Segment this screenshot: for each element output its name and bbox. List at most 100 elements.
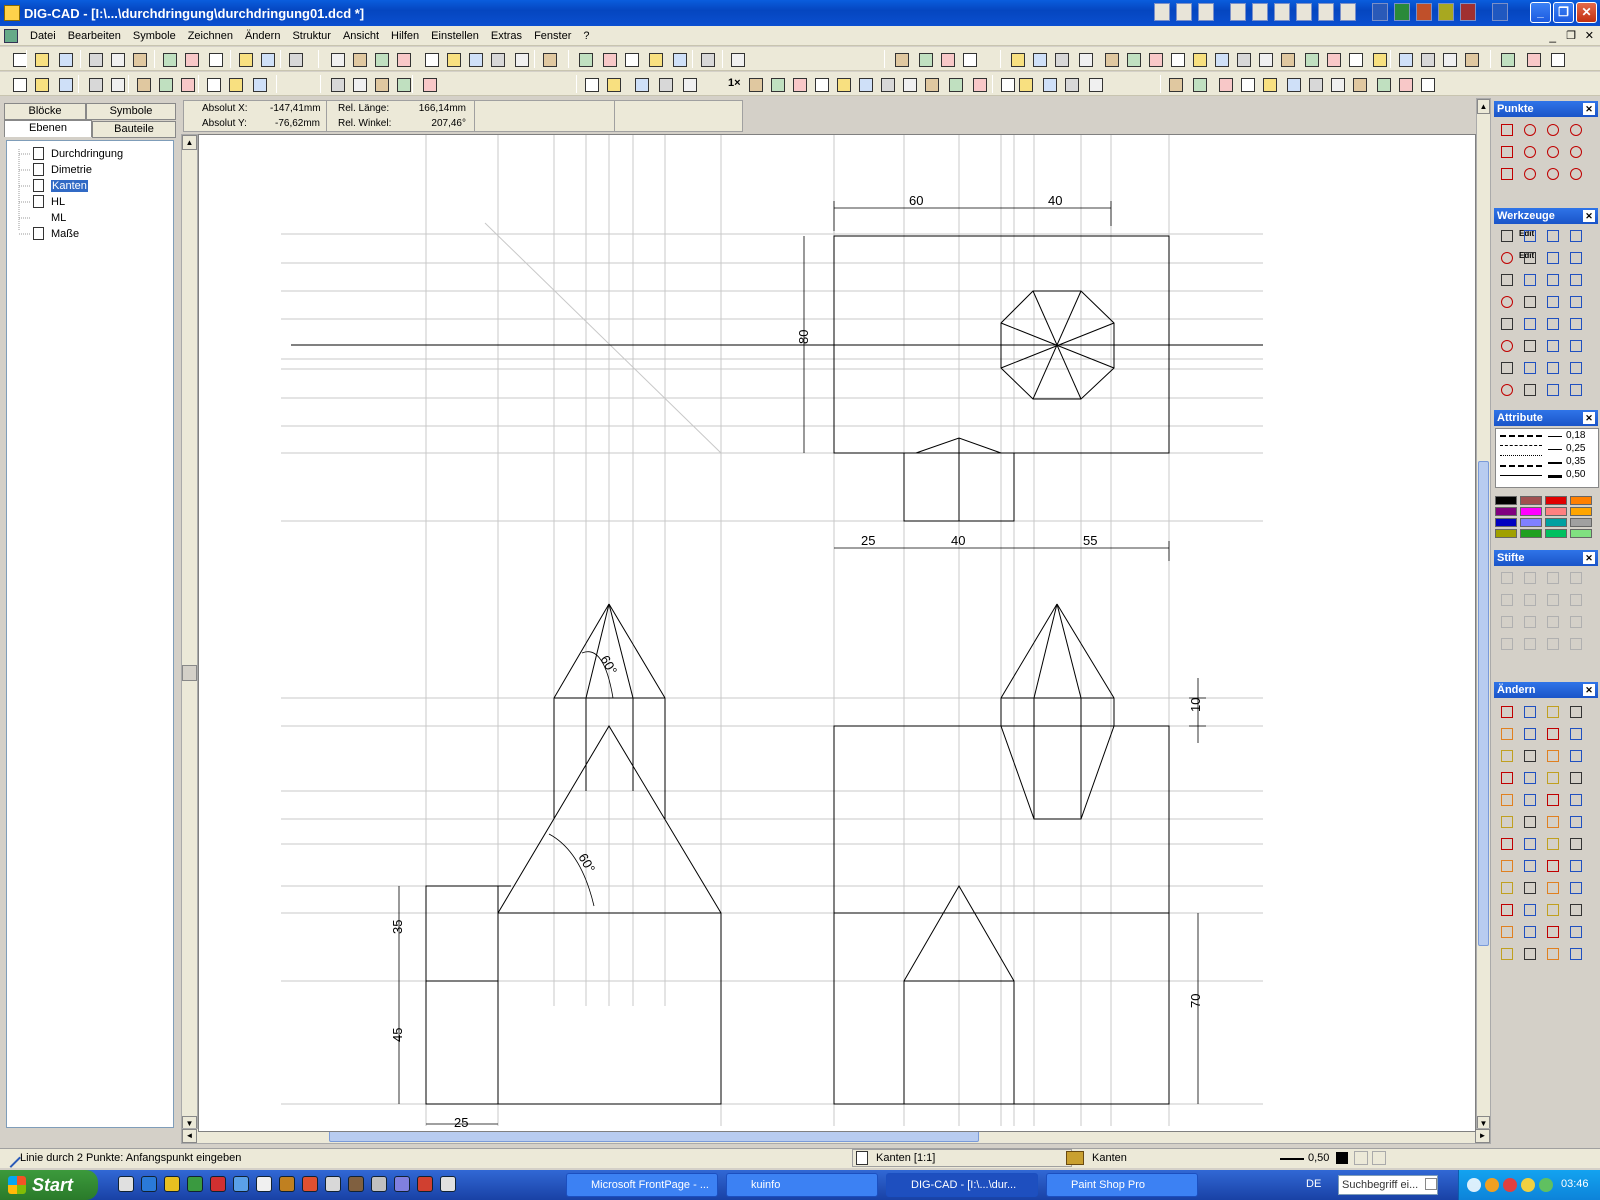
line-width-018[interactable]: 0,18	[1566, 430, 1585, 441]
toolbar-tool-icon[interactable]	[1346, 50, 1364, 68]
palette-tool-icon[interactable]	[1497, 142, 1515, 160]
toolbar-tool-icon[interactable]	[108, 75, 126, 93]
access-icon[interactable]	[1438, 3, 1454, 21]
toolbar-tool-icon[interactable]	[1462, 50, 1480, 68]
palette-tool-icon[interactable]	[1497, 768, 1515, 786]
palette-tool-icon[interactable]	[1520, 248, 1538, 266]
toolbar-tool-icon[interactable]	[856, 75, 874, 93]
toolbar-tool-icon[interactable]	[582, 75, 600, 93]
menu-zeichnen[interactable]: Zeichnen	[182, 30, 239, 42]
toolbar-tool-icon[interactable]	[444, 50, 462, 68]
palette-tool-icon[interactable]	[1497, 358, 1515, 376]
line-width-025[interactable]: 0,25	[1566, 443, 1585, 454]
contacts-icon[interactable]	[1296, 3, 1312, 21]
toolbar-tool-icon[interactable]	[916, 50, 934, 68]
quicklaunch-icon[interactable]	[302, 1176, 318, 1192]
palette-tool-icon[interactable]	[1543, 568, 1561, 586]
calendar-icon[interactable]	[1252, 3, 1268, 21]
toolbar-tool-icon[interactable]	[56, 50, 74, 68]
palette-tool-icon[interactable]	[1543, 702, 1561, 720]
toolbar-tool-icon[interactable]	[466, 50, 484, 68]
menu-help[interactable]: ?	[577, 30, 595, 42]
app-icon[interactable]	[4, 5, 20, 21]
toolbar-tool-icon[interactable]	[900, 75, 918, 93]
palette-tool-icon[interactable]	[1520, 944, 1538, 962]
toolbar-tool-icon[interactable]	[1062, 75, 1080, 93]
palette-tool-icon[interactable]	[1497, 634, 1515, 652]
toolbar-tool-icon[interactable]	[922, 75, 940, 93]
palette-tool-icon[interactable]	[1566, 380, 1584, 398]
toolbar-tool-icon[interactable]	[938, 50, 956, 68]
toolbar-tool-icon[interactable]	[604, 75, 622, 93]
layer-item[interactable]: ML	[33, 210, 66, 225]
palette-tool-icon[interactable]	[1566, 834, 1584, 852]
palette-tool-icon[interactable]	[1543, 634, 1561, 652]
palette-tool-icon[interactable]	[1566, 922, 1584, 940]
layer-item[interactable]: Durchdringung	[33, 146, 123, 161]
quicklaunch-icon[interactable]	[210, 1176, 226, 1192]
tray-app-icon[interactable]	[1503, 1178, 1517, 1192]
task-digcad[interactable]: DIG-CAD - [I:\...\dur...	[886, 1173, 1038, 1197]
quicklaunch-icon[interactable]	[164, 1176, 180, 1192]
palette-tool-icon[interactable]	[1566, 568, 1584, 586]
toolbar-tool-icon[interactable]	[670, 50, 688, 68]
palette-tool-icon[interactable]	[1543, 120, 1561, 138]
palette-tool-icon[interactable]	[1543, 922, 1561, 940]
menu-einstellen[interactable]: Einstellen	[425, 30, 485, 42]
toolbar-tool-icon[interactable]	[250, 75, 268, 93]
close-button[interactable]: ✕	[1576, 2, 1597, 23]
toolbar-tool-icon[interactable]	[576, 50, 594, 68]
quicklaunch-icon[interactable]	[440, 1176, 456, 1192]
palette-tool-icon[interactable]	[1543, 856, 1561, 874]
palette-tool-icon[interactable]	[1520, 568, 1538, 586]
powerpoint-icon[interactable]	[1416, 3, 1432, 21]
quicklaunch-icon[interactable]	[417, 1176, 433, 1192]
palette-tool-icon[interactable]	[1543, 724, 1561, 742]
palette-tool-icon[interactable]	[1566, 336, 1584, 354]
palette-tool-icon[interactable]	[1520, 142, 1538, 160]
palette-tool-icon[interactable]	[1566, 944, 1584, 962]
quicklaunch-icon[interactable]	[348, 1176, 364, 1192]
menu-struktur[interactable]: Struktur	[286, 30, 337, 42]
palette-tool-icon[interactable]	[1543, 790, 1561, 808]
palette-tool-icon[interactable]	[1497, 336, 1515, 354]
toolbar-tool-icon[interactable]	[1284, 75, 1302, 93]
palette-tool-icon[interactable]	[1520, 900, 1538, 918]
toolbar-tool-icon[interactable]	[286, 50, 304, 68]
quicklaunch-icon[interactable]	[141, 1176, 157, 1192]
palette-tool-icon[interactable]	[1520, 358, 1538, 376]
palette-tool-icon[interactable]	[1497, 292, 1515, 310]
maximize-button[interactable]: ❐	[1553, 2, 1574, 23]
tray-chevron-icon[interactable]	[1467, 1178, 1481, 1192]
toolbar-tool-icon[interactable]	[1306, 75, 1324, 93]
layer-item[interactable]: Maße	[33, 226, 79, 241]
toolbar-tool-icon[interactable]	[1524, 50, 1542, 68]
toolbar-tool-icon[interactable]	[1260, 75, 1278, 93]
toolbar-tool-icon[interactable]	[1498, 50, 1516, 68]
toolbar-tool-icon[interactable]	[488, 50, 506, 68]
toolbar-tool-icon[interactable]	[680, 75, 698, 93]
palette-tool-icon[interactable]	[1543, 768, 1561, 786]
tab-ebenen[interactable]: Ebenen	[4, 120, 92, 137]
palette-tool-icon[interactable]	[1497, 812, 1515, 830]
doc-restore-button[interactable]: ❐	[1566, 29, 1576, 42]
quicklaunch-icon[interactable]	[279, 1176, 295, 1192]
toolbar-tool-icon[interactable]	[86, 50, 104, 68]
toolbar-tool-icon[interactable]	[1256, 50, 1274, 68]
toolbar-tool-icon[interactable]	[646, 50, 664, 68]
toolbar-tool-icon[interactable]	[512, 50, 530, 68]
panel-close-icon[interactable]: ✕	[1583, 552, 1595, 564]
toolbar-tool-icon[interactable]	[632, 75, 650, 93]
toolbar-tool-icon[interactable]	[540, 50, 558, 68]
palette-tool-icon[interactable]	[1497, 226, 1515, 244]
palette-tool-icon[interactable]	[1520, 336, 1538, 354]
layer-item[interactable]: HL	[33, 194, 65, 209]
toolbar-tool-icon[interactable]	[878, 75, 896, 93]
toolbar-tool-icon[interactable]	[1396, 50, 1414, 68]
search-input[interactable]: Suchbegriff ei...	[1338, 1175, 1438, 1195]
doc-minimize-button[interactable]: _	[1549, 29, 1556, 43]
palette-tool-icon[interactable]	[1497, 380, 1515, 398]
line-style-list[interactable]: 0,18 0,25 0,35 0,50	[1495, 428, 1599, 488]
palette-tool-icon[interactable]	[1520, 812, 1538, 830]
color-swatch[interactable]	[1495, 507, 1517, 516]
